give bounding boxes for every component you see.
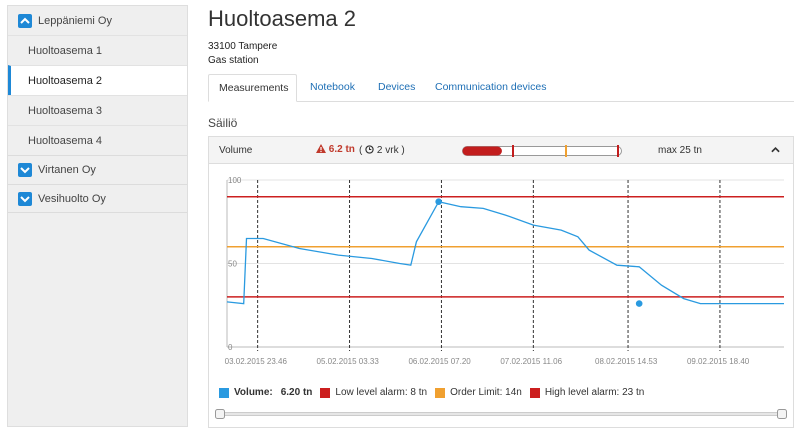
age-text: 2 vrk ) (376, 145, 405, 156)
tab-notebook[interactable]: Notebook (300, 74, 365, 102)
legend-order-limit[interactable]: Order Limit: 14n (435, 387, 522, 398)
gauge-fill (462, 146, 502, 156)
x-tick-label: 08.02.2015 14.53 (595, 357, 658, 366)
address-line: 33100 Tampere (208, 41, 278, 52)
legend-order-label: Order Limit: 14n (450, 387, 522, 398)
group-virtanen[interactable]: Virtanen Oy (8, 155, 187, 184)
warning-icon (316, 144, 326, 153)
legend-volume[interactable]: Volume: 6.20 tn (219, 387, 312, 398)
site-address: 33100 Tampere Gas station (208, 40, 277, 68)
sidebar-item-huoltoasema-2[interactable]: Huoltoasema 2 (8, 65, 187, 95)
group-label: Virtanen Oy (38, 164, 96, 176)
group-label: Vesihuolto Oy (38, 192, 106, 205)
measurement-panel: Volume 6.2 tn ( 2 vrk ) max 25 tn 100 50 0… (208, 136, 794, 428)
legend-swatch (320, 387, 331, 398)
series-line-volume (226, 200, 784, 305)
sidebar-item-label: Huoltoasema 3 (28, 104, 102, 117)
chart-legend: Volume: 6.20 tn Low level alarm: 8 tn Or… (219, 387, 652, 398)
x-tick-label: 09.02.2015 18.40 (687, 357, 750, 366)
data-point-peak (435, 198, 442, 206)
group-label: Leppäniemi Oy (38, 14, 112, 27)
legend-swatch (529, 387, 540, 398)
site-type: Gas station (208, 55, 259, 66)
collapse-icon[interactable] (771, 145, 780, 156)
legend-low-label: Low level alarm: 8 tn (335, 387, 428, 398)
measurement-age: ( 2 vrk ) (359, 145, 405, 156)
tab-devices[interactable]: Devices (368, 74, 425, 102)
level-gauge (462, 145, 622, 157)
tab-measurements[interactable]: Measurements (208, 74, 297, 102)
legend-volume-value: 6.20 tn (280, 387, 313, 398)
legend-high-label: High level alarm: 23 tn (544, 387, 645, 398)
clock-icon (365, 145, 374, 154)
volume-chart[interactable]: 100 50 0 03.02.2015 23.46 05.02.2015 03.33 06… (209, 165, 793, 381)
legend-swatch (435, 387, 446, 398)
sidebar-item-huoltoasema-1[interactable]: Huoltoasema 1 (8, 35, 187, 65)
chevron-down-icon[interactable] (18, 163, 32, 177)
max-capacity: max 25 tn (658, 145, 702, 156)
x-tick-label: 05.02.2015 03.33 (317, 357, 380, 366)
group-leppaniemi[interactable]: Leppäniemi Oy (8, 6, 187, 35)
panel-header[interactable]: Volume 6.2 tn ( 2 vrk ) max 25 tn (209, 137, 793, 164)
data-point-current (635, 300, 643, 307)
x-tick-label: 03.02.2015 23.46 (225, 357, 288, 366)
chart-scrollbar[interactable] (215, 409, 787, 419)
current-volume: 6.2 tn (328, 144, 355, 155)
panel-label: Volume (219, 145, 253, 156)
x-tick-label: 07.02.2015 11.06 (500, 357, 562, 366)
sidebar: Leppäniemi Oy Huoltoasema 1 Huoltoasema … (7, 5, 188, 427)
tab-communication-devices[interactable]: Communication devices (425, 74, 556, 102)
y-tick-label: 50 (228, 260, 237, 269)
page-title: Huoltoasema 2 (208, 6, 356, 31)
legend-low-alarm[interactable]: Low level alarm: 8 tn (320, 387, 427, 398)
chevron-down-icon[interactable] (18, 191, 32, 206)
group-vesihuolto[interactable]: Vesihuolto Oy (8, 184, 187, 213)
sidebar-item-huoltoasema-3[interactable]: Huoltoasema 3 (8, 95, 187, 125)
legend-high-alarm[interactable]: High level alarm: 23 tn (529, 387, 645, 398)
sidebar-item-label: Huoltoasema 1 (28, 44, 102, 57)
y-tick-label: 0 (228, 343, 233, 352)
sidebar-item-huoltoasema-4[interactable]: Huoltoasema 4 (8, 125, 187, 155)
age-paren: ( (359, 145, 363, 156)
scrollbar-handle-right (777, 409, 787, 419)
section-title: Säiliö (208, 116, 238, 130)
volume-warning: 6.2 tn (316, 144, 355, 155)
x-tick-label: 06.02.2015 07.20 (408, 357, 471, 366)
sidebar-item-label: Huoltoasema 4 (28, 134, 102, 147)
tab-bar: Measurements Notebook Devices Communicat… (208, 74, 794, 102)
scrollbar-handle-left (215, 409, 225, 419)
legend-swatch (219, 387, 229, 398)
legend-volume-label: Volume: (234, 387, 273, 398)
y-tick-label: 100 (228, 176, 242, 185)
chevron-up-icon[interactable] (18, 13, 32, 28)
sidebar-item-label: Huoltoasema 2 (28, 74, 102, 87)
